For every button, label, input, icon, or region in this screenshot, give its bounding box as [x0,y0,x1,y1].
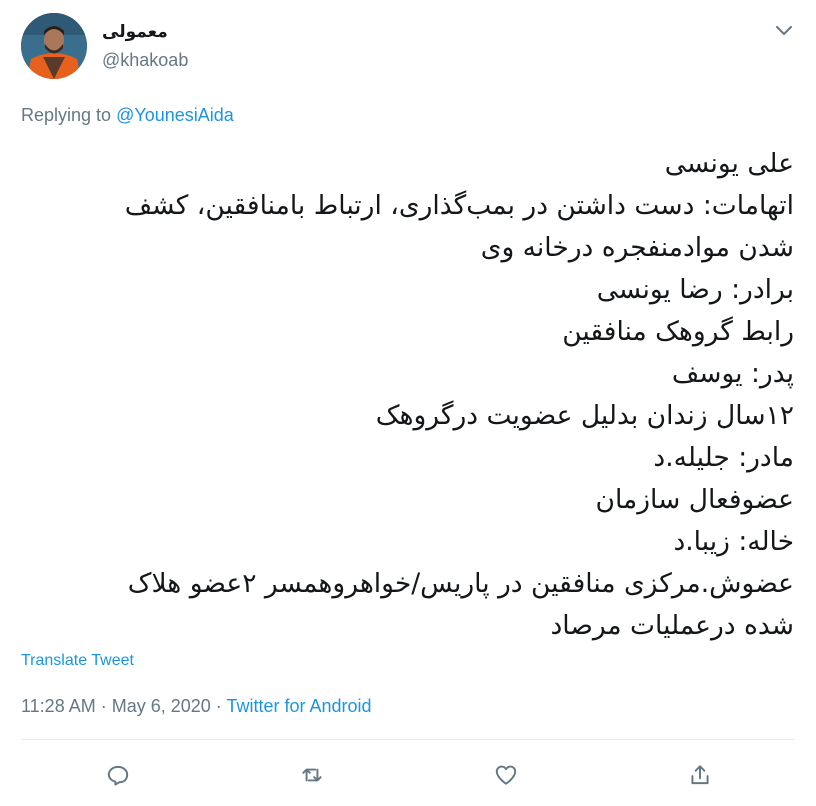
tweet-line: برادر: رضا یونسی [596,274,794,305]
translate-tweet-link[interactable]: Translate Tweet [21,652,134,670]
tweet-metadata: 11:28 AM · May 6, 2020 · Twitter for And… [21,696,372,717]
avatar[interactable] [21,13,87,79]
tweet-line: پدر: یوسف [671,358,794,389]
tweet-date[interactable]: May 6, 2020 [112,696,211,716]
retweet-icon [302,768,322,782]
share-icon [691,765,709,785]
meta-separator: · [210,696,227,716]
chevron-down-icon[interactable] [772,18,796,42]
like-button[interactable] [491,760,521,790]
retweet-button[interactable] [297,760,327,790]
reply-button[interactable] [103,760,133,790]
tweet-source-link[interactable]: Twitter for Android [226,696,371,716]
replying-mention-link[interactable]: @YounesiAida [116,105,234,125]
tweet-line: ۱۲سال زندان بدلیل عضویت درگروهک [375,400,794,431]
meta-separator: · [95,696,112,716]
tweet-text: علی یونسی اتهامات: دست داشتن در بمب‌گذار… [14,143,794,647]
tweet-line: اتهامات: دست داشتن در بمب‌گذاری، ارتباط … [124,190,794,221]
tweet-line: رابط گروهک منافقین [562,316,794,347]
tweet-line: علی یونسی [664,148,794,179]
tweet-line: عضوفعال سازمان [595,484,795,515]
author-handle[interactable]: @khakoab [102,50,188,71]
replying-prefix: Replying to [21,105,117,125]
tweet-line: عضوش.مرکزی منافقین در پاریس/خواهروهمسر ۲… [127,568,794,599]
reply-icon [107,765,129,786]
tweet-line: شدن موادمنفجره درخانه وی [480,232,794,263]
tweet-line: خاله: زیبا.د [673,526,794,557]
divider [21,739,795,740]
share-button[interactable] [685,760,715,790]
tweet-line: شده درعملیات مرصاد [550,610,794,641]
heart-icon [495,765,517,785]
tweet-time[interactable]: 11:28 AM [21,696,96,716]
tweet-line: مادر: جلیله.د [653,442,794,473]
author-display-name[interactable]: معمولی [102,22,168,42]
replying-to: Replying to @YounesiAida [21,105,234,126]
